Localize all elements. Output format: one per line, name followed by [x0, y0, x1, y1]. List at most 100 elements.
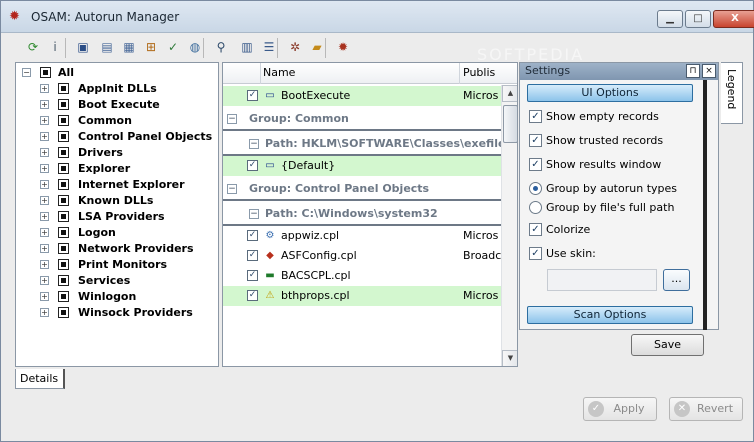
expand-icon[interactable]: +: [40, 228, 49, 237]
scroll-down-arrow-icon[interactable]: ▼: [502, 350, 517, 366]
item-checkbox[interactable]: ✓: [247, 230, 258, 241]
checkbox[interactable]: ✓: [529, 247, 542, 260]
collapse-icon[interactable]: −: [227, 184, 237, 194]
tree-checkbox[interactable]: [58, 227, 69, 238]
tree-checkbox[interactable]: [58, 179, 69, 190]
group-row[interactable]: − Group: Common: [223, 107, 501, 131]
tree-checkbox[interactable]: [58, 275, 69, 286]
tree-checkbox[interactable]: [58, 259, 69, 270]
tree-checkbox[interactable]: [58, 99, 69, 110]
hierarchy-icon[interactable]: ⊞: [141, 37, 161, 57]
tree-checkbox[interactable]: [40, 67, 51, 78]
collapse-icon[interactable]: −: [249, 139, 259, 149]
legend-tab[interactable]: Legend: [721, 62, 743, 124]
list-item[interactable]: ✓ ◆ ASFConfig.cpl Broadc: [223, 246, 501, 266]
list-item[interactable]: ✓ ⚠ bthprops.cpl Micros: [223, 286, 501, 306]
scroll-thumb[interactable]: [503, 105, 517, 143]
scan-options-button[interactable]: Scan Options: [527, 306, 693, 324]
maximize-button[interactable]: □: [685, 10, 711, 28]
path-group-row[interactable]: − Path: C:\Windows\system32: [223, 202, 501, 226]
path-group-row[interactable]: − Path: HKLM\SOFTWARE\Classes\exefile\s: [223, 132, 516, 156]
skin-path-field[interactable]: [547, 269, 657, 291]
list-icon[interactable]: ☰: [259, 37, 279, 57]
save-icon[interactable]: ▣: [73, 37, 93, 57]
expand-icon[interactable]: +: [40, 132, 49, 141]
doc-export-icon[interactable]: ▦: [119, 37, 139, 57]
tree-checkbox[interactable]: [58, 195, 69, 206]
save-button[interactable]: Save: [631, 334, 704, 356]
autorun-type-tree[interactable]: − All + AppInit DLLs + Boot Execute + Common + Co…: [15, 62, 219, 367]
revert-button[interactable]: ✕ Revert: [669, 397, 743, 421]
item-checkbox[interactable]: ✓: [247, 90, 258, 101]
expand-icon[interactable]: +: [40, 100, 49, 109]
tree-checkbox[interactable]: [58, 211, 69, 222]
close-button[interactable]: X: [713, 10, 754, 28]
list-item[interactable]: ✓ ▬ BACSCPL.cpl: [223, 266, 501, 286]
expand-icon[interactable]: +: [40, 276, 49, 285]
group-label: Group: Control Panel Objects: [249, 182, 430, 195]
tab-details[interactable]: Details: [15, 369, 65, 389]
list-item[interactable]: ✓ ▭ BootExecute Micros: [223, 86, 501, 106]
autorun-list[interactable]: Name Publis ✓ ▭ BootExecute Micros − Group: C…: [222, 62, 518, 367]
radio-button[interactable]: [529, 201, 542, 214]
tree-checkbox[interactable]: [58, 147, 69, 158]
item-checkbox[interactable]: ✓: [247, 270, 258, 281]
checkbox[interactable]: ✓: [529, 134, 542, 147]
column-divider[interactable]: [459, 63, 460, 84]
list-item[interactable]: ✓ ▭ {Default}: [223, 156, 501, 176]
expand-icon[interactable]: +: [40, 148, 49, 157]
tree-checkbox[interactable]: [58, 291, 69, 302]
tree-checkbox[interactable]: [58, 163, 69, 174]
refresh-icon[interactable]: ⟳: [23, 37, 43, 57]
tree-checkbox[interactable]: [58, 131, 69, 142]
expand-icon[interactable]: +: [40, 116, 49, 125]
group-row[interactable]: − Group: Control Panel Objects: [223, 177, 501, 201]
column-divider[interactable]: [260, 63, 261, 84]
item-checkbox[interactable]: ✓: [247, 290, 258, 301]
folder-icon[interactable]: ▰: [307, 37, 327, 57]
column-name-header[interactable]: Name: [263, 66, 295, 79]
pin-icon[interactable]: ⊓: [686, 64, 700, 78]
checkbox[interactable]: ✓: [529, 110, 542, 123]
settings-gear-icon[interactable]: ✹: [333, 37, 353, 57]
expand-icon[interactable]: +: [40, 260, 49, 269]
settings-close-icon[interactable]: ×: [702, 64, 716, 78]
doc-check-icon[interactable]: ✓: [163, 37, 183, 57]
collapse-icon[interactable]: −: [22, 68, 31, 77]
tools-icon[interactable]: ✲: [285, 37, 305, 57]
info-icon[interactable]: i: [45, 37, 65, 57]
doc-globe-icon[interactable]: ◍: [185, 37, 205, 57]
item-checkbox[interactable]: ✓: [247, 160, 258, 171]
expand-icon[interactable]: +: [40, 164, 49, 173]
tree-checkbox[interactable]: [58, 307, 69, 318]
report-icon[interactable]: ▥: [237, 37, 257, 57]
title-bar[interactable]: ✹ OSAM: Autorun Manager ▁ □ X: [1, 1, 754, 33]
minimize-button[interactable]: ▁: [657, 10, 683, 28]
browse-skin-button[interactable]: ...: [663, 269, 690, 291]
checkbox[interactable]: ✓: [529, 158, 542, 171]
scroll-up-arrow-icon[interactable]: ▲: [502, 85, 517, 102]
radio-button[interactable]: [529, 182, 542, 195]
collapse-icon[interactable]: −: [249, 209, 259, 219]
ui-options-button[interactable]: UI Options: [527, 84, 693, 102]
expand-icon[interactable]: +: [40, 84, 49, 93]
tree-checkbox[interactable]: [58, 243, 69, 254]
collapse-icon[interactable]: −: [227, 114, 237, 124]
doc-list-icon[interactable]: ▤: [97, 37, 117, 57]
expand-icon[interactable]: +: [40, 196, 49, 205]
expand-icon[interactable]: +: [40, 244, 49, 253]
item-checkbox[interactable]: ✓: [247, 250, 258, 261]
expand-icon[interactable]: +: [40, 292, 49, 301]
list-scrollbar[interactable]: ▲ ▼: [501, 85, 517, 366]
list-item[interactable]: ✓ ⚙ appwiz.cpl Micros: [223, 226, 501, 246]
tree-checkbox[interactable]: [58, 115, 69, 126]
tree-checkbox[interactable]: [58, 83, 69, 94]
settings-scrollbar[interactable]: [703, 80, 707, 330]
search-icon[interactable]: ⚲: [211, 37, 231, 57]
expand-icon[interactable]: +: [40, 212, 49, 221]
column-publisher-header[interactable]: Publis: [463, 66, 495, 79]
expand-icon[interactable]: +: [40, 308, 49, 317]
expand-icon[interactable]: +: [40, 180, 49, 189]
checkbox[interactable]: ✓: [529, 223, 542, 236]
apply-button[interactable]: ✓ Apply: [583, 397, 657, 421]
